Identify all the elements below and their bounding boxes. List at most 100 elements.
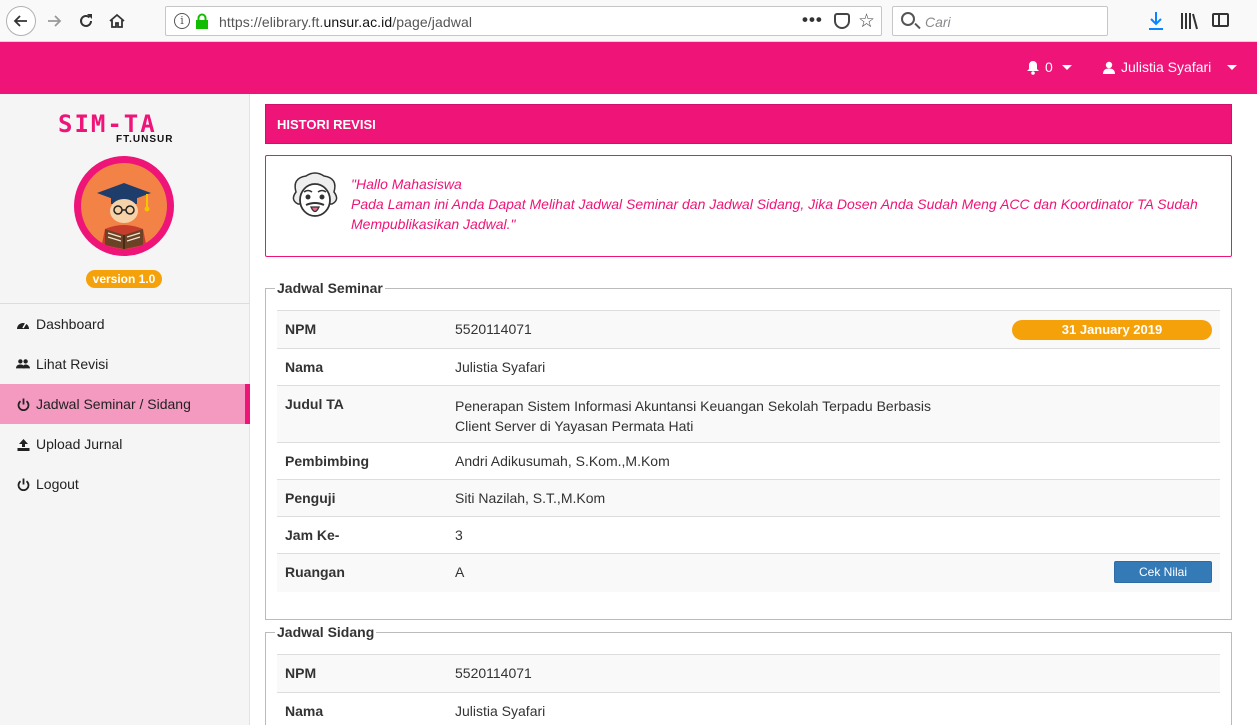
- row-value: Julistia Syafari: [447, 348, 1220, 386]
- forward-button[interactable]: [40, 7, 68, 35]
- info-icon[interactable]: i: [174, 13, 190, 29]
- alert-greeting: "Hallo Mahasiswa: [351, 176, 462, 192]
- table-row: NPM 5520114071: [277, 654, 1220, 693]
- sidebar-toggle-icon[interactable]: [1212, 13, 1229, 27]
- caret-down-icon: [1061, 64, 1072, 70]
- home-icon: [109, 13, 125, 28]
- back-button[interactable]: [6, 6, 36, 36]
- user-dropdown[interactable]: Julistia Syafari: [1103, 59, 1238, 75]
- row-label: Judul TA: [277, 385, 447, 443]
- row-label: NPM: [277, 654, 447, 693]
- table-row: Judul TA Penerapan Sistem Informasi Akun…: [277, 385, 1220, 443]
- row-value: 5520114071: [447, 654, 1220, 693]
- arrow-left-icon: [13, 15, 27, 27]
- cek-nilai-button[interactable]: Cek Nilai: [1114, 561, 1212, 583]
- panel-title: HISTORI REVISI: [265, 104, 1232, 144]
- sidebar-item-logout[interactable]: Logout: [0, 464, 250, 504]
- sidebar-item-label: Dashboard: [36, 316, 105, 332]
- row-label: Penguji: [277, 479, 447, 517]
- row-value: Julistia Syafari: [447, 692, 1220, 725]
- reload-icon: [80, 14, 92, 27]
- user-name: Julistia Syafari: [1121, 59, 1212, 75]
- caret-down-icon: [1227, 64, 1238, 70]
- browser-toolbar: i https://elibrary.ft.unsur.ac.id/page/j…: [0, 0, 1257, 42]
- arrow-right-icon: [48, 15, 62, 27]
- row-value: Andri Adikusumah, S.Kom.,M.Kom: [447, 442, 1220, 480]
- power-icon: [16, 397, 30, 411]
- sidebar-item-label: Lihat Revisi: [36, 356, 109, 372]
- main-content: HISTORI REVISI "Hallo Mahasiswa Pada Lam…: [250, 94, 1257, 725]
- seminar-table: NPM 5520114071 31 January 2019 Nama Juli…: [277, 310, 1220, 592]
- download-icon[interactable]: [1148, 11, 1164, 31]
- url-domain: unsur.ac.id: [323, 14, 393, 30]
- row-label: Pembimbing: [277, 442, 447, 480]
- search-input[interactable]: Cari: [892, 6, 1108, 36]
- row-extra: Cek Nilai: [1000, 553, 1220, 592]
- user-icon: [1103, 61, 1115, 74]
- home-button[interactable]: [103, 7, 131, 35]
- search-icon: [901, 12, 915, 26]
- version-badge: version 1.0: [86, 270, 162, 288]
- sidebar-item-dashboard[interactable]: Dashboard: [0, 304, 250, 344]
- student-reading-icon: [97, 183, 151, 249]
- url-bar[interactable]: i https://elibrary.ft.unsur.ac.id/page/j…: [165, 6, 882, 36]
- sidebar: SIM-TA FT.UNSUR version 1.0 Dashboard Li…: [0, 94, 250, 725]
- date-badge: 31 January 2019: [1012, 320, 1212, 340]
- sidang-legend: Jadwal Sidang: [277, 624, 375, 640]
- bookmark-star-icon[interactable]: ☆: [858, 10, 875, 33]
- info-alert: "Hallo Mahasiswa Pada Laman ini Anda Dap…: [265, 155, 1232, 257]
- pocket-icon[interactable]: [834, 13, 850, 29]
- notification-dropdown[interactable]: 0: [1026, 59, 1072, 75]
- row-value: Siti Nazilah, S.T.,M.Kom: [447, 479, 1220, 517]
- power-icon: [16, 477, 30, 491]
- search-placeholder: Cari: [925, 14, 951, 30]
- row-value-line2: Client Server di Yayasan Permata Hati: [455, 418, 694, 434]
- sidebar-menu: Dashboard Lihat Revisi Jadwal Seminar / …: [0, 304, 250, 504]
- sidebar-item-label: Jadwal Seminar / Sidang: [36, 396, 191, 412]
- row-label: Nama: [277, 692, 447, 725]
- app-header: 0 Julistia Syafari: [0, 42, 1257, 94]
- table-row: Nama Julistia Syafari: [277, 348, 1220, 386]
- table-row: Jam Ke- 3: [277, 516, 1220, 554]
- avatar: [74, 156, 174, 256]
- row-value: Penerapan Sistem Informasi Akuntansi Keu…: [447, 385, 1220, 443]
- url-prefix: https://elibrary.ft.: [219, 14, 324, 30]
- row-value: 5520114071: [447, 310, 1000, 349]
- alert-message: Pada Laman ini Anda Dapat Melihat Jadwal…: [351, 196, 1198, 232]
- library-icon[interactable]: [1180, 12, 1200, 30]
- sidang-schedule: Jadwal Sidang NPM 5520114071 Nama Julist…: [265, 624, 1232, 725]
- dashboard-icon: [16, 317, 30, 331]
- table-row: Pembimbing Andri Adikusumah, S.Kom.,M.Ko…: [277, 442, 1220, 480]
- upload-icon: [16, 437, 30, 451]
- sidebar-item-label: Upload Jurnal: [36, 436, 123, 452]
- users-icon: [16, 357, 30, 371]
- avatar-image: [81, 163, 167, 249]
- reload-button[interactable]: [72, 7, 100, 35]
- sidang-table: NPM 5520114071 Nama Julistia Syafari: [277, 654, 1220, 725]
- table-row: NPM 5520114071 31 January 2019: [277, 310, 1220, 349]
- lock-icon: [196, 13, 208, 29]
- seminar-schedule: Jadwal Seminar NPM 5520114071 31 January…: [265, 280, 1232, 620]
- sidebar-item-jadwal[interactable]: Jadwal Seminar / Sidang: [0, 384, 250, 424]
- sidebar-item-lihat-revisi[interactable]: Lihat Revisi: [0, 344, 250, 384]
- table-row: Ruangan A Cek Nilai: [277, 553, 1220, 592]
- einstein-face-icon: [292, 172, 338, 217]
- sidebar-item-label: Logout: [36, 476, 79, 492]
- row-value: A: [447, 553, 1000, 592]
- logo: SIM-TA FT.UNSUR: [58, 112, 193, 152]
- url-text: https://elibrary.ft.unsur.ac.id/page/jad…: [219, 14, 472, 30]
- page-actions-button[interactable]: •••: [802, 10, 823, 30]
- row-label: NPM: [277, 310, 447, 349]
- table-row: Penguji Siti Nazilah, S.T.,M.Kom: [277, 479, 1220, 517]
- sidebar-item-upload-jurnal[interactable]: Upload Jurnal: [0, 424, 250, 464]
- row-extra: 31 January 2019: [1000, 310, 1220, 349]
- url-path: /page/jadwal: [392, 14, 473, 30]
- row-value: 3: [447, 516, 1220, 554]
- alert-text: "Hallo Mahasiswa Pada Laman ini Anda Dap…: [351, 174, 1221, 234]
- table-row: Nama Julistia Syafari: [277, 692, 1220, 725]
- row-value-line1: Penerapan Sistem Informasi Akuntansi Keu…: [455, 398, 932, 414]
- row-label: Ruangan: [277, 553, 447, 592]
- notification-count: 0: [1045, 59, 1053, 75]
- logo-text: SIM-TA: [58, 110, 157, 138]
- seminar-legend: Jadwal Seminar: [277, 280, 383, 296]
